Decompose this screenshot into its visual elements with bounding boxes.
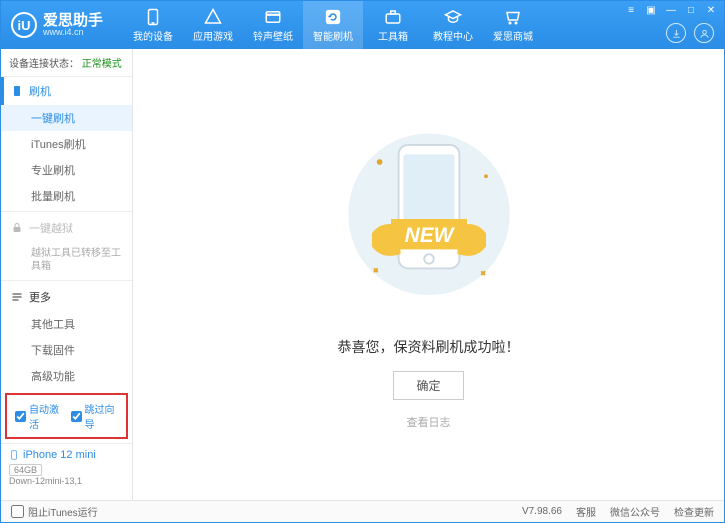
lock-icon <box>11 222 23 234</box>
nav-store[interactable]: 爱思商城 <box>483 1 543 49</box>
checkbox-skip-guide[interactable]: 跳过向导 <box>71 401 119 431</box>
section-flash[interactable]: 刷机 <box>1 77 132 105</box>
sidebar-item-other[interactable]: 其他工具 <box>1 311 132 337</box>
view-log-link[interactable]: 查看日志 <box>407 414 451 430</box>
section-jailbreak[interactable]: 一键越狱 <box>1 214 132 242</box>
refresh-icon <box>324 8 342 26</box>
menu-icon[interactable]: ≡ <box>624 5 638 16</box>
app-title: 爱思助手 <box>43 13 103 28</box>
grad-cap-icon <box>444 8 462 26</box>
sidebar-item-oneclick[interactable]: 一键刷机 <box>1 105 132 131</box>
skin-icon[interactable]: ▣ <box>644 5 658 16</box>
nav-wallpaper[interactable]: 铃声壁纸 <box>243 1 303 49</box>
app-window: iU 爱思助手 www.i4.cn 我的设备 应用游戏 铃声壁纸 智能刷机 工具… <box>0 0 725 523</box>
device-model: Down-12mini-13,1 <box>9 476 124 486</box>
device-capacity: 64GB <box>9 464 42 476</box>
link-support[interactable]: 客服 <box>576 504 596 519</box>
ok-button[interactable]: 确定 <box>393 371 463 400</box>
folder-icon <box>264 8 282 26</box>
close-icon[interactable]: ✕ <box>704 5 718 16</box>
phone-icon <box>144 8 162 26</box>
checkbox-block-itunes[interactable]: 阻止iTunes运行 <box>11 504 98 519</box>
window-controls: ≡ ▣ — □ ✕ <box>624 5 718 16</box>
top-nav: 我的设备 应用游戏 铃声壁纸 智能刷机 工具箱 教程中心 爱思商城 <box>123 1 543 49</box>
maximize-icon[interactable]: □ <box>684 5 698 16</box>
sidebar-item-firmware[interactable]: 下载固件 <box>1 337 132 363</box>
jailbreak-note: 越狱工具已转移至工具箱 <box>1 242 132 278</box>
option-row: 自动激活 跳过向导 <box>5 393 128 439</box>
connection-status: 设备连接状态： 正常模式 <box>1 49 132 77</box>
list-icon <box>11 291 23 303</box>
version-label: V7.98.66 <box>522 506 562 517</box>
logo-icon: iU <box>11 12 37 38</box>
download-button[interactable] <box>666 23 686 43</box>
nav-flash[interactable]: 智能刷机 <box>303 1 363 49</box>
sidebar: 设备连接状态： 正常模式 刷机 一键刷机 iTunes刷机 专业刷机 批量刷机 … <box>1 49 133 500</box>
toolbox-icon <box>384 8 402 26</box>
body: 设备连接状态： 正常模式 刷机 一键刷机 iTunes刷机 专业刷机 批量刷机 … <box>1 49 724 500</box>
sidebar-item-itunes[interactable]: iTunes刷机 <box>1 131 132 157</box>
link-update[interactable]: 检查更新 <box>674 504 714 519</box>
user-controls <box>666 23 714 43</box>
app-url: www.i4.cn <box>43 28 103 37</box>
status-bar: 阻止iTunes运行 V7.98.66 客服 微信公众号 检查更新 <box>1 500 724 522</box>
sidebar-item-batch[interactable]: 批量刷机 <box>1 183 132 209</box>
success-message: 恭喜您，保资料刷机成功啦！ <box>338 337 520 357</box>
sidebar-item-advanced[interactable]: 高级功能 <box>1 363 132 389</box>
user-button[interactable] <box>694 23 714 43</box>
phone-icon <box>11 85 23 97</box>
success-illustration: NEW <box>334 119 524 319</box>
nav-my-device[interactable]: 我的设备 <box>123 1 183 49</box>
svg-text:NEW: NEW <box>404 224 455 247</box>
nav-apps[interactable]: 应用游戏 <box>183 1 243 49</box>
nav-tutorial[interactable]: 教程中心 <box>423 1 483 49</box>
apps-icon <box>204 8 222 26</box>
device-panel[interactable]: iPhone 12 mini 64GB Down-12mini-13,1 <box>1 443 132 492</box>
titlebar: iU 爱思助手 www.i4.cn 我的设备 应用游戏 铃声壁纸 智能刷机 工具… <box>1 1 724 49</box>
device-name: iPhone 12 mini <box>9 448 124 462</box>
link-wechat[interactable]: 微信公众号 <box>610 504 660 519</box>
sidebar-item-pro[interactable]: 专业刷机 <box>1 157 132 183</box>
section-more[interactable]: 更多 <box>1 283 132 311</box>
main-pane: NEW 恭喜您，保资料刷机成功啦！ 确定 查看日志 <box>133 49 724 500</box>
nav-toolbox[interactable]: 工具箱 <box>363 1 423 49</box>
checkbox-auto-activate[interactable]: 自动激活 <box>15 401 63 431</box>
cart-icon <box>504 8 522 26</box>
minimize-icon[interactable]: — <box>664 5 678 16</box>
logo: iU 爱思助手 www.i4.cn <box>11 12 103 38</box>
